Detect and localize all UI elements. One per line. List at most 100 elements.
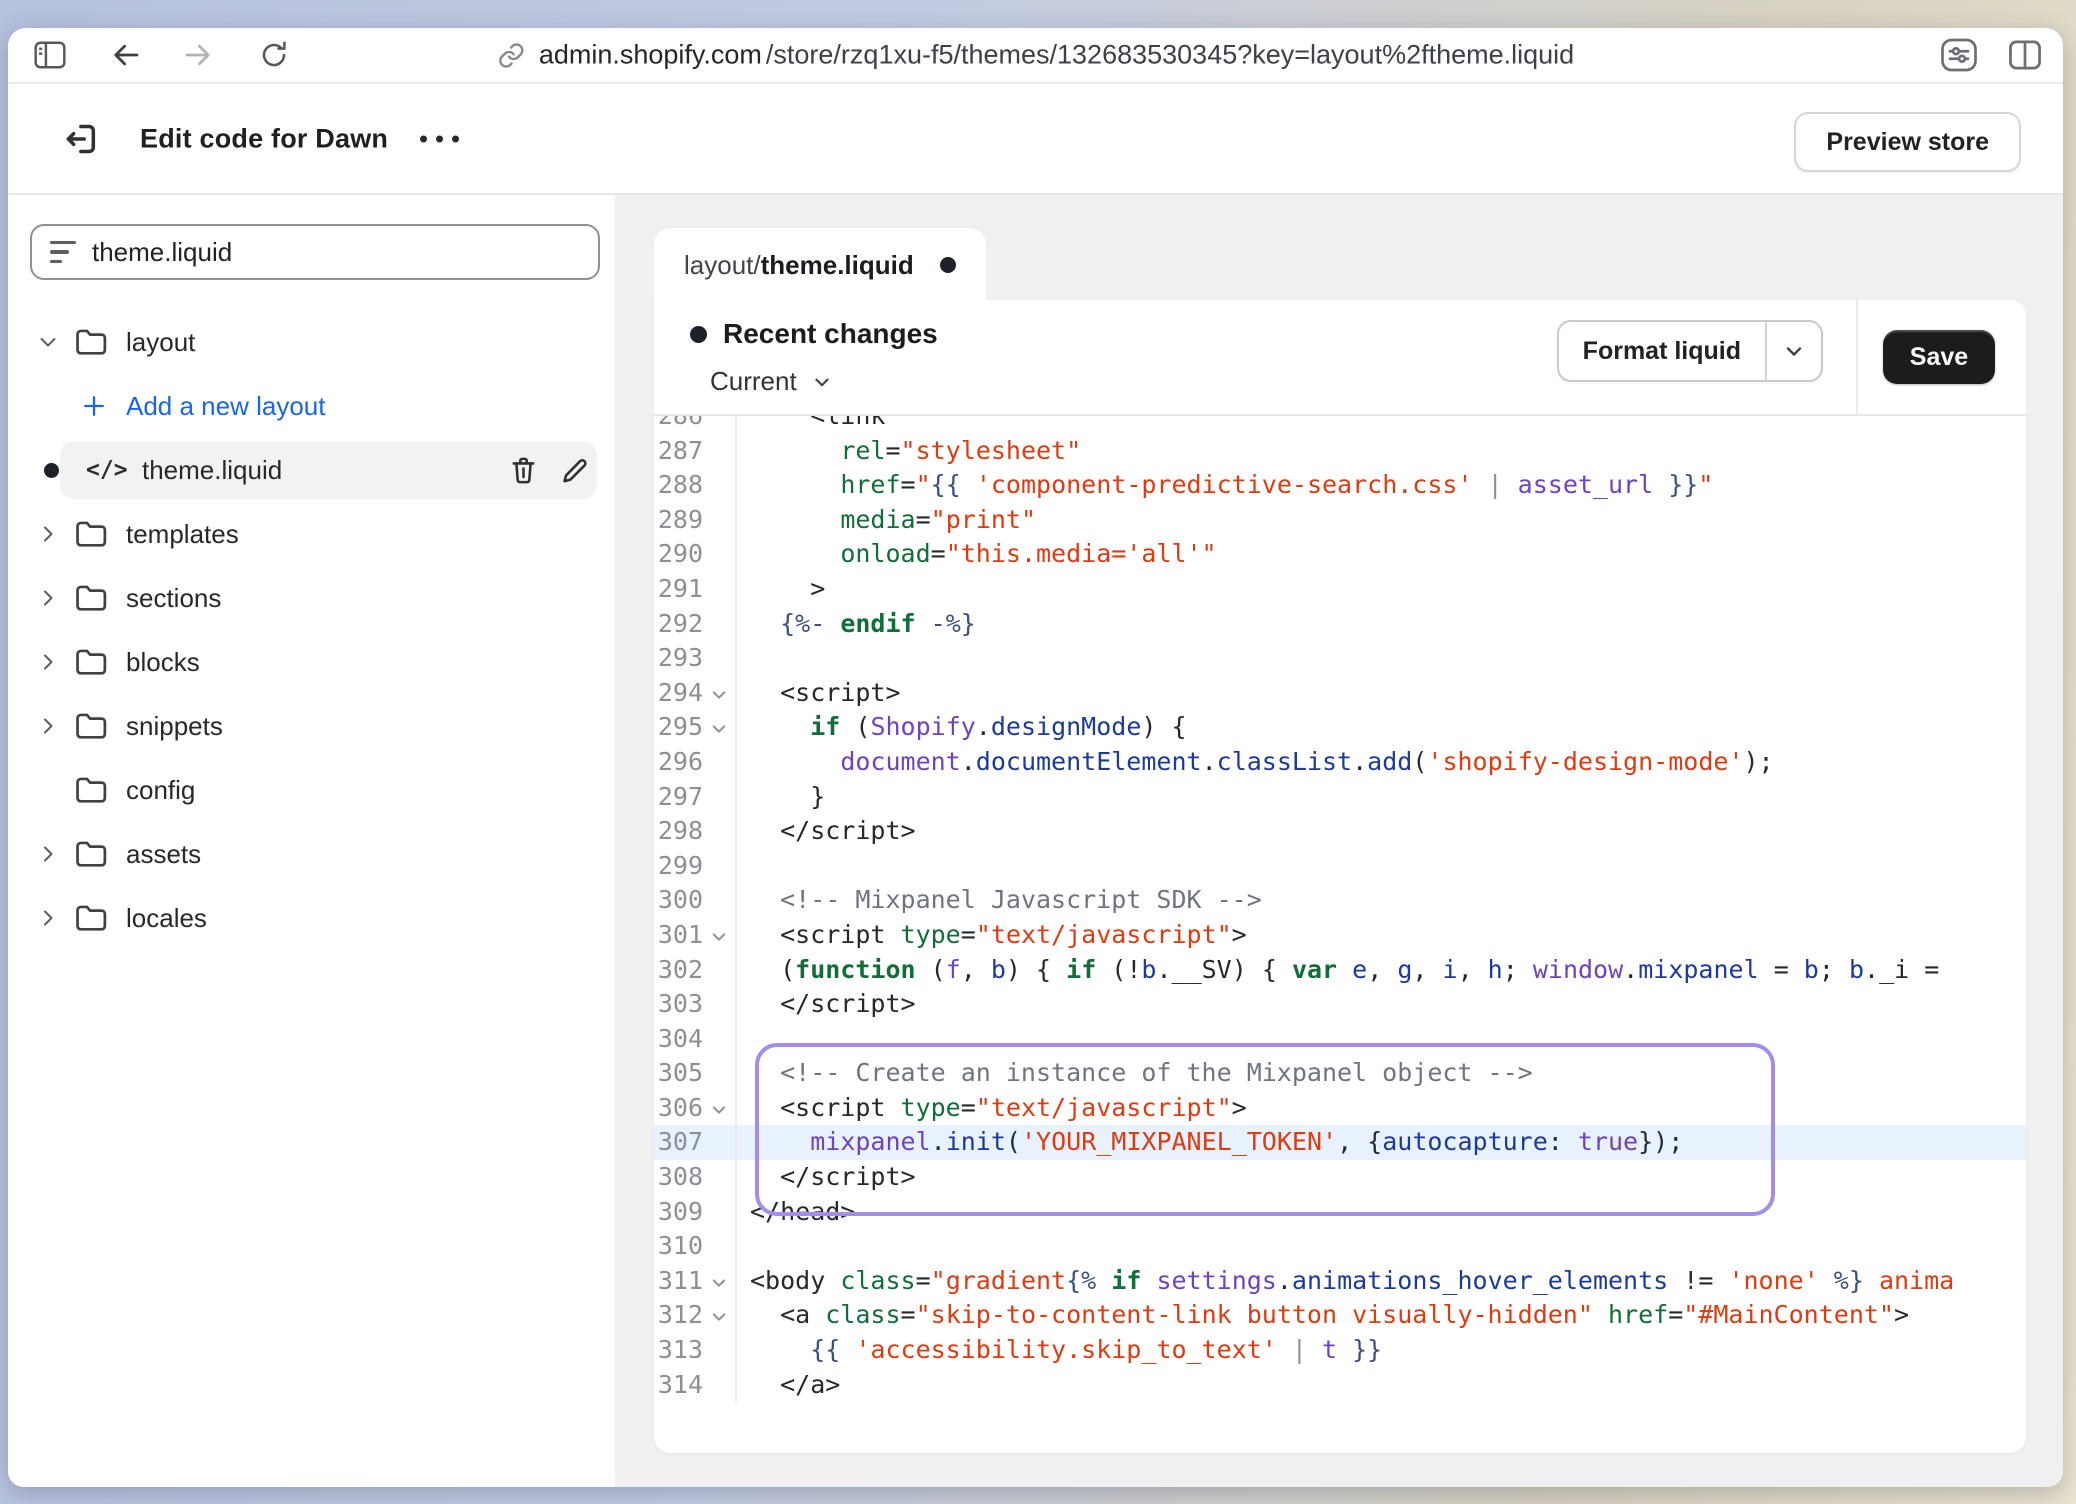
chevron-right-icon — [36, 522, 62, 546]
line-number: 304 — [654, 1022, 703, 1057]
code-line-292[interactable]: 292 {%- endif -%} — [654, 607, 2026, 642]
folder-label: snippets — [126, 711, 223, 742]
code-line-294[interactable]: 294 <script> — [654, 676, 2026, 711]
format-options-chevron-icon[interactable] — [1767, 322, 1821, 380]
sidebar-item-sections[interactable]: sections — [8, 566, 615, 630]
folder-label: assets — [126, 839, 201, 870]
chevron-right-icon — [36, 842, 62, 866]
line-number: 302 — [654, 953, 703, 988]
exit-editor-icon[interactable] — [56, 115, 104, 163]
trash-icon[interactable] — [505, 452, 541, 488]
code-line-314[interactable]: 314 </a> — [654, 1368, 2026, 1403]
gutter-fold-column — [703, 537, 737, 572]
code-line-288[interactable]: 288 href="{{ 'component-predictive-searc… — [654, 468, 2026, 503]
tab-theme-liquid[interactable]: layout/theme.liquid — [654, 228, 986, 302]
line-number: 313 — [654, 1333, 703, 1368]
chevron-right-icon — [36, 650, 62, 674]
code-line-306[interactable]: 306 <script type="text/javascript"> — [654, 1091, 2026, 1126]
fold-chevron-icon[interactable] — [703, 710, 737, 745]
line-number: 298 — [654, 814, 703, 849]
code-line-309[interactable]: 309</head> — [654, 1195, 2026, 1230]
code-line-310[interactable]: 310 — [654, 1229, 2026, 1264]
code-editor[interactable]: 286 <link287 rel="stylesheet"288 href="{… — [654, 416, 2026, 1453]
gutter-fold-column — [703, 849, 737, 884]
code-line-299[interactable]: 299 — [654, 849, 2026, 884]
version-select[interactable]: Current — [710, 366, 833, 397]
code-line-308[interactable]: 308 </script> — [654, 1160, 2026, 1195]
folder-icon — [74, 327, 110, 357]
code-line-303[interactable]: 303 </script> — [654, 987, 2026, 1022]
code-line-287[interactable]: 287 rel="stylesheet" — [654, 434, 2026, 469]
code-line-296[interactable]: 296 document.documentElement.classList.a… — [654, 745, 2026, 780]
split-view-icon[interactable] — [2003, 33, 2047, 77]
folder-icon — [74, 647, 110, 677]
preview-store-button[interactable]: Preview store — [1794, 112, 2021, 172]
reload-icon[interactable] — [252, 33, 296, 77]
search-value: theme.liquid — [92, 237, 232, 268]
line-number: 293 — [654, 641, 703, 676]
file-search-input[interactable]: theme.liquid — [30, 224, 600, 280]
fold-chevron-icon[interactable] — [703, 676, 737, 711]
code-line-304[interactable]: 304 — [654, 1022, 2026, 1057]
recent-changes: Recent changes — [690, 318, 938, 350]
sidebar-item-blocks[interactable]: blocks — [8, 630, 615, 694]
fold-chevron-icon[interactable] — [703, 918, 737, 953]
unsaved-dot — [940, 257, 956, 273]
folder-label: blocks — [126, 647, 200, 678]
folder-label: config — [126, 775, 195, 806]
code-icon: </> — [86, 457, 128, 483]
code-line-300[interactable]: 300 <!-- Mixpanel Javascript SDK --> — [654, 883, 2026, 918]
folder-label: layout — [126, 327, 195, 358]
add-new-layout-link[interactable]: Add a new layout — [8, 374, 615, 438]
sidebar-item-locales[interactable]: locales — [8, 886, 615, 950]
forward-icon[interactable] — [176, 33, 220, 77]
sidebar-item-config[interactable]: config — [8, 758, 615, 822]
sidebar-item-layout[interactable]: layout — [8, 310, 615, 374]
sidebar-item-snippets[interactable]: snippets — [8, 694, 615, 758]
gutter-fold-column — [703, 1229, 737, 1264]
more-actions-icon[interactable] — [410, 125, 469, 152]
sidebar-item-theme.liquid[interactable]: </>theme.liquid — [8, 438, 615, 502]
save-button[interactable]: Save — [1883, 330, 1995, 384]
code-line-297[interactable]: 297 } — [654, 780, 2026, 815]
code-line-293[interactable]: 293 — [654, 641, 2026, 676]
code-line-295[interactable]: 295 if (Shopify.designMode) { — [654, 710, 2026, 745]
fold-chevron-icon[interactable] — [703, 1264, 737, 1299]
pencil-icon[interactable] — [557, 452, 593, 488]
code-line-311[interactable]: 311<body class="gradient{% if settings.a… — [654, 1264, 2026, 1299]
gutter-fold-column — [703, 1160, 737, 1195]
sidebar-item-assets[interactable]: assets — [8, 822, 615, 886]
code-line-290[interactable]: 290 onload="this.media='all'" — [654, 537, 2026, 572]
code-line-305[interactable]: 305 <!-- Create an instance of the Mixpa… — [654, 1056, 2026, 1091]
url-bar[interactable]: admin.shopify.com/store/rzq1xu-f5/themes… — [497, 40, 1574, 71]
sidebar-item-templates[interactable]: templates — [8, 502, 615, 566]
folder-label: sections — [126, 583, 221, 614]
code-line-289[interactable]: 289 media="print" — [654, 503, 2026, 538]
chevron-right-icon — [36, 586, 62, 610]
code-line-286[interactable]: 286 <link — [654, 416, 2026, 434]
fold-chevron-icon[interactable] — [703, 1298, 737, 1333]
gutter-fold-column — [703, 1333, 737, 1368]
line-number: 303 — [654, 987, 703, 1022]
folder-icon — [74, 583, 110, 613]
back-icon[interactable] — [104, 33, 148, 77]
sidebar-toggle-icon[interactable] — [28, 33, 72, 77]
format-liquid-button[interactable]: Format liquid — [1557, 320, 1823, 382]
fold-chevron-icon[interactable] — [703, 1091, 737, 1126]
gutter-fold-column — [703, 1368, 737, 1403]
line-number: 288 — [654, 468, 703, 503]
folder-label: templates — [126, 519, 239, 550]
code-line-312[interactable]: 312 <a class="skip-to-content-link butto… — [654, 1298, 2026, 1333]
gutter-fold-column — [703, 883, 737, 918]
code-line-291[interactable]: 291 > — [654, 572, 2026, 607]
code-line-301[interactable]: 301 <script type="text/javascript"> — [654, 918, 2026, 953]
code-line-307[interactable]: 307 mixpanel.init('YOUR_MIXPANEL_TOKEN',… — [654, 1125, 2026, 1160]
code-line-302[interactable]: 302 (function (f, b) { if (!b.__SV) { va… — [654, 953, 2026, 988]
editor-panel: Recent changes Current Format liquid — [654, 300, 2026, 1453]
code-line-298[interactable]: 298 </script> — [654, 814, 2026, 849]
code-line-313[interactable]: 313 {{ 'accessibility.skip_to_text' | t … — [654, 1333, 2026, 1368]
page-settings-icon[interactable] — [1937, 33, 1981, 77]
browser-toolbar: admin.shopify.com/store/rzq1xu-f5/themes… — [8, 28, 2063, 84]
line-number: 310 — [654, 1229, 703, 1264]
recent-changes-label: Recent changes — [723, 318, 938, 350]
